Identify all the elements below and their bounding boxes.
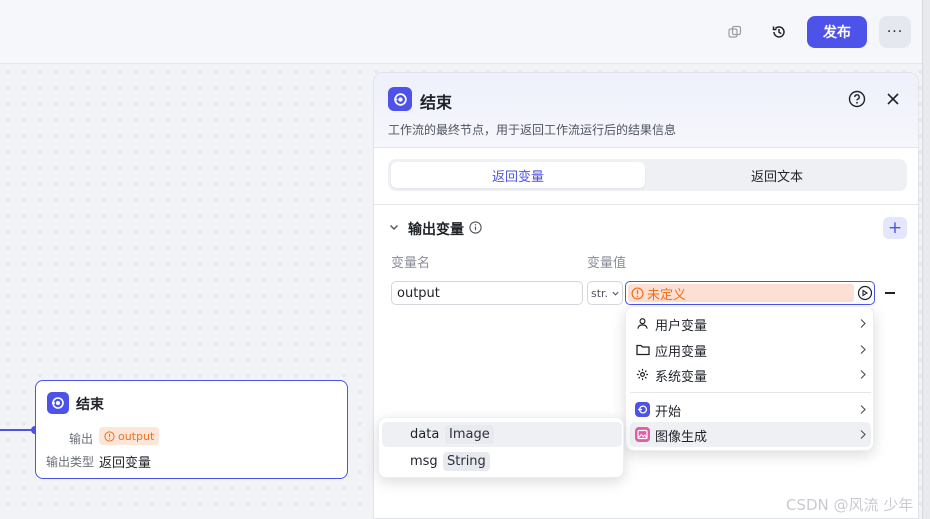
undefined-value-text: 未定义 — [647, 287, 687, 303]
chevron-right-icon — [860, 405, 866, 414]
submenu-item-type: Image — [445, 425, 494, 444]
end-node-card[interactable]: 结束 输出 output 输出类型 返回变量 — [35, 380, 348, 479]
chevron-right-icon — [860, 319, 866, 328]
more-options-button[interactable]: ··· — [879, 16, 911, 48]
tab-return-text[interactable]: 返回文本 — [650, 162, 904, 188]
menu-item-label: 用户变量 — [655, 319, 708, 334]
chevron-right-icon — [860, 430, 866, 439]
menu-item-system-variables[interactable]: 系统变量 — [630, 362, 871, 387]
node-output-type-value: 返回变量 — [99, 456, 152, 471]
user-icon — [635, 316, 650, 331]
panel-title: 结束 — [420, 93, 453, 112]
column-header-value: 变量值 — [587, 256, 627, 271]
info-icon[interactable] — [469, 221, 482, 234]
image-generation-output-submenu: data Image msg String — [378, 417, 624, 478]
node-output-type-label: 输出类型 — [46, 455, 95, 469]
remove-variable-button[interactable] — [885, 292, 895, 294]
end-node-icon — [388, 87, 412, 111]
menu-item-label: 系统变量 — [655, 370, 708, 385]
menu-item-start-node[interactable]: 开始 — [630, 397, 871, 422]
menu-item-image-generation[interactable]: 图像生成 — [630, 422, 871, 447]
watermark: CSDN @风流 少年 — [786, 496, 914, 514]
menu-divider — [630, 392, 871, 393]
end-node-icon — [47, 392, 69, 414]
chevron-right-icon — [860, 370, 866, 379]
connection-edge — [0, 429, 32, 431]
right-edge-strip — [922, 0, 930, 519]
variable-source-menu: 用户变量 应用变量 系统变量 开始 图像生成 — [625, 306, 874, 451]
panel-description: 工作流的最终节点，用于返回工作流运行后的结果信息 — [388, 123, 677, 137]
section-title: 输出变量 — [408, 222, 464, 238]
history-icon[interactable] — [765, 18, 793, 46]
node-output-label: 输出 — [69, 432, 94, 446]
divider — [374, 147, 918, 148]
value-type-select[interactable]: str. — [587, 281, 623, 305]
image-generate-icon — [635, 427, 650, 442]
publish-button[interactable]: 发布 — [807, 16, 867, 48]
node-output-tag: output — [99, 427, 160, 445]
warning-icon — [104, 430, 115, 442]
chevron-down-icon[interactable] — [388, 221, 400, 233]
add-variable-button[interactable]: + — [883, 217, 907, 239]
divider — [374, 204, 918, 205]
copy-icon[interactable] — [721, 18, 749, 46]
menu-item-label: 应用变量 — [655, 345, 708, 360]
node-title: 结束 — [76, 397, 104, 413]
submenu-item-type: String — [443, 452, 490, 471]
submenu-item-name: msg — [410, 454, 438, 469]
variable-name-input[interactable] — [391, 281, 583, 305]
menu-item-app-variables[interactable]: 应用变量 — [630, 337, 871, 362]
help-icon[interactable] — [848, 90, 866, 108]
menu-item-user-variables[interactable]: 用户变量 — [630, 311, 871, 336]
return-mode-tabs: 返回变量 返回文本 — [388, 159, 907, 191]
chevron-right-icon — [860, 345, 866, 354]
node-output-tag-text: output — [118, 429, 155, 443]
menu-item-label: 开始 — [655, 405, 682, 420]
undefined-value-tag: 未定义 — [628, 284, 854, 303]
close-icon[interactable] — [884, 90, 902, 108]
value-type-text: str. — [591, 286, 609, 300]
warning-icon — [631, 286, 644, 300]
variable-picker-icon[interactable] — [857, 285, 873, 301]
variable-value-field[interactable]: 未定义 — [625, 281, 875, 305]
folder-icon — [635, 342, 650, 357]
menu-item-label: 图像生成 — [655, 430, 708, 445]
submenu-item-msg[interactable]: msg String — [382, 449, 622, 474]
chevron-down-icon — [612, 291, 619, 296]
column-header-name: 变量名 — [391, 256, 431, 271]
start-node-icon — [635, 402, 650, 417]
submenu-item-data[interactable]: data Image — [382, 422, 622, 447]
submenu-item-name: data — [410, 427, 440, 442]
tab-return-variable[interactable]: 返回变量 — [391, 162, 645, 188]
top-toolbar: 发布 ··· — [0, 0, 930, 64]
gear-icon — [635, 367, 650, 382]
